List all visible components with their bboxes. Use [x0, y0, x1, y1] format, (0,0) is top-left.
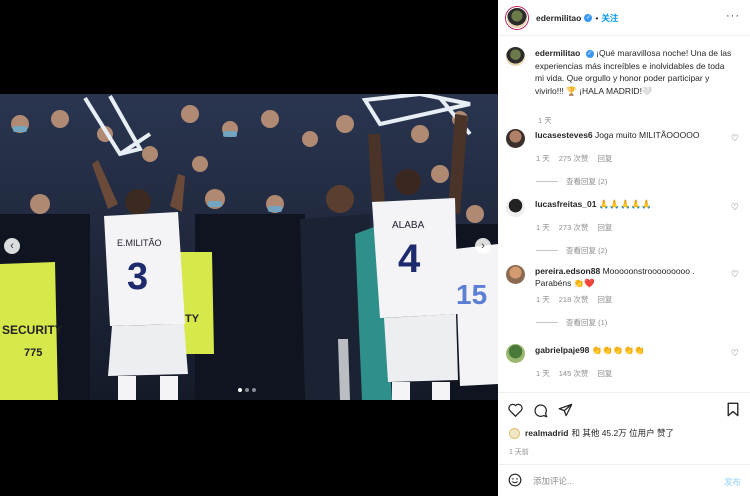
jersey-number-far-right: 15 — [456, 279, 487, 310]
verified-badge-icon: ✓ — [584, 13, 593, 22]
commenter-avatar[interactable] — [506, 129, 525, 148]
comment-time[interactable]: 1 天 — [536, 222, 550, 233]
instagram-post-viewer: SECURITY 775 RITY E.MILITÃO 3 ALABA 4 15… — [0, 0, 750, 496]
comment-body: pereira.edson88 Mooooonstrooooooooo . Pa… — [535, 265, 725, 289]
commenter-avatar[interactable] — [506, 344, 525, 363]
comment-item: lucasfreitas_01 🙏🙏🙏🙏🙏 ♡ 1 天 273 次赞 回复 查看… — [506, 198, 742, 256]
comment-item: lucasesteves6 Joga muito MILITÃOOOOO ♡ 1… — [506, 129, 742, 187]
commenter-username[interactable]: gabrielpaje98 — [535, 345, 589, 355]
comments-scroll-area[interactable]: edermilitao ✓ ¡Qué maravillosa noche! Un… — [498, 37, 750, 392]
like-heart-icon[interactable] — [507, 402, 523, 418]
media-area: SECURITY 775 RITY E.MILITÃO 3 ALABA 4 15… — [0, 0, 498, 496]
vest-number: 775 — [24, 347, 42, 359]
celebration-scene: SECURITY 775 RITY E.MILITÃO 3 ALABA 4 15 — [0, 94, 498, 400]
add-comment-bar: 添加评论... 发布 — [498, 464, 750, 496]
comment-item: gabrielpaje98 👏👏👏👏👏 ♡ 1 天 145 次赞 回复 — [506, 344, 742, 379]
comment-meta: 1 天 275 次赞 回复 — [536, 153, 742, 164]
bookmark-icon[interactable] — [726, 402, 742, 418]
caption-username[interactable]: edermilitao — [535, 48, 580, 58]
carousel-dot[interactable] — [238, 388, 242, 392]
post-header: edermilitao ✓ • 关注 ··· — [498, 0, 750, 36]
jersey-name-left: E.MILITÃO — [117, 238, 162, 248]
jersey-number-right: 4 — [398, 237, 421, 281]
comment-meta: 1 天 218 次赞 回复 — [536, 294, 742, 305]
emoji-icon[interactable] — [508, 473, 522, 489]
commenter-username[interactable]: pereira.edson88 — [535, 266, 600, 276]
view-replies-label: 查看回复 (1) — [566, 318, 608, 327]
replies-line — [536, 181, 558, 182]
carousel-dot[interactable] — [245, 388, 249, 392]
author-avatar[interactable] — [506, 6, 528, 29]
replies-line — [536, 250, 558, 251]
comment-meta: 1 天 273 次赞 回复 — [536, 222, 742, 233]
comment-time[interactable]: 1 天 — [536, 153, 550, 164]
post-caption: edermilitao ✓ ¡Qué maravillosa noche! Un… — [506, 47, 742, 125]
post-actions: realmadrid 和 其他 45.2万 位用户 赞了 1 天前 — [498, 392, 750, 462]
comment-item: pereira.edson88 Mooooonstrooooooooo . Pa… — [506, 265, 742, 328]
like-comment-heart-icon[interactable]: ♡ — [731, 269, 739, 280]
reply-button[interactable]: 回复 — [597, 294, 612, 305]
caption-avatar[interactable] — [506, 47, 525, 66]
liker-avatar[interactable] — [509, 427, 520, 439]
reply-button[interactable]: 回复 — [597, 153, 612, 164]
view-replies-button[interactable]: 查看回复 (1) — [536, 317, 742, 328]
vest-text: SECURITY — [2, 323, 63, 337]
view-replies-button[interactable]: 查看回复 (2) — [536, 176, 742, 187]
action-icons — [507, 402, 573, 418]
likes-summary: realmadrid 和 其他 45.2万 位用户 赞了 — [509, 427, 674, 439]
liked-by-user[interactable]: realmadrid — [525, 428, 568, 438]
replies-line — [536, 322, 558, 323]
comment-body: lucasesteves6 Joga muito MILITÃOOOOO — [535, 129, 725, 141]
view-replies-label: 查看回复 (2) — [566, 177, 608, 186]
commenter-username[interactable]: lucasesteves6 — [535, 130, 593, 140]
caption-time[interactable]: 1 天 — [538, 115, 552, 126]
reply-button[interactable]: 回复 — [597, 368, 612, 379]
comment-bubble-icon[interactable] — [532, 402, 548, 418]
post-comment-button[interactable]: 发布 — [724, 476, 741, 488]
previous-arrow-icon[interactable]: ‹ — [4, 238, 20, 254]
next-arrow-icon[interactable]: › — [475, 238, 491, 254]
more-options-icon[interactable]: ··· — [726, 10, 740, 22]
comment-time[interactable]: 1 天 — [536, 294, 550, 305]
add-comment-input[interactable]: 添加评论... — [533, 475, 574, 487]
comment-text: Joga muito MILITÃOOOOO — [595, 130, 700, 140]
comment-meta: 1 天 145 次赞 回复 — [536, 368, 742, 379]
commenter-avatar[interactable] — [506, 198, 525, 217]
share-send-icon[interactable] — [557, 402, 573, 418]
carousel-indicator — [238, 388, 256, 392]
comment-likes[interactable]: 145 次赞 — [559, 368, 589, 379]
jersey-name-right: ALABA — [392, 220, 425, 231]
verified-badge-icon: ✓ — [585, 49, 594, 58]
comment-body: lucasfreitas_01 🙏🙏🙏🙏🙏 — [535, 198, 725, 210]
view-replies-button[interactable]: 查看回复 (2) — [536, 245, 742, 256]
like-comment-heart-icon[interactable]: ♡ — [731, 133, 739, 144]
comment-text: 🙏🙏🙏🙏🙏 — [598, 199, 652, 209]
author-username[interactable]: edermilitao — [536, 13, 581, 23]
comment-likes[interactable]: 218 次赞 — [559, 294, 589, 305]
post-sidebar: edermilitao ✓ • 关注 ··· edermilitao ✓ ¡Qu… — [498, 0, 750, 496]
caption-body: edermilitao ✓ ¡Qué maravillosa noche! Un… — [535, 47, 735, 97]
jersey-number-left: 3 — [127, 256, 148, 298]
view-replies-label: 查看回复 (2) — [566, 246, 608, 255]
post-photo[interactable]: SECURITY 775 RITY E.MILITÃO 3 ALABA 4 15 — [0, 94, 498, 400]
commenter-username[interactable]: lucasfreitas_01 — [535, 199, 596, 209]
post-date[interactable]: 1 天前 — [509, 447, 529, 457]
like-comment-heart-icon[interactable]: ♡ — [731, 348, 739, 359]
separator-dot: • — [595, 12, 599, 23]
comment-likes[interactable]: 275 次赞 — [559, 153, 589, 164]
comment-time[interactable]: 1 天 — [536, 368, 550, 379]
liked-by-rest[interactable]: 和 其他 45.2万 位用户 赞了 — [571, 427, 674, 439]
comment-body: gabrielpaje98 👏👏👏👏👏 — [535, 344, 725, 356]
like-comment-heart-icon[interactable]: ♡ — [731, 202, 739, 213]
comment-likes[interactable]: 273 次赞 — [559, 222, 589, 233]
reply-button[interactable]: 回复 — [597, 222, 612, 233]
commenter-avatar[interactable] — [506, 265, 525, 284]
carousel-dot[interactable] — [252, 388, 256, 392]
follow-button[interactable]: 关注 — [601, 12, 618, 24]
comment-text: 👏👏👏👏👏 — [591, 345, 645, 355]
